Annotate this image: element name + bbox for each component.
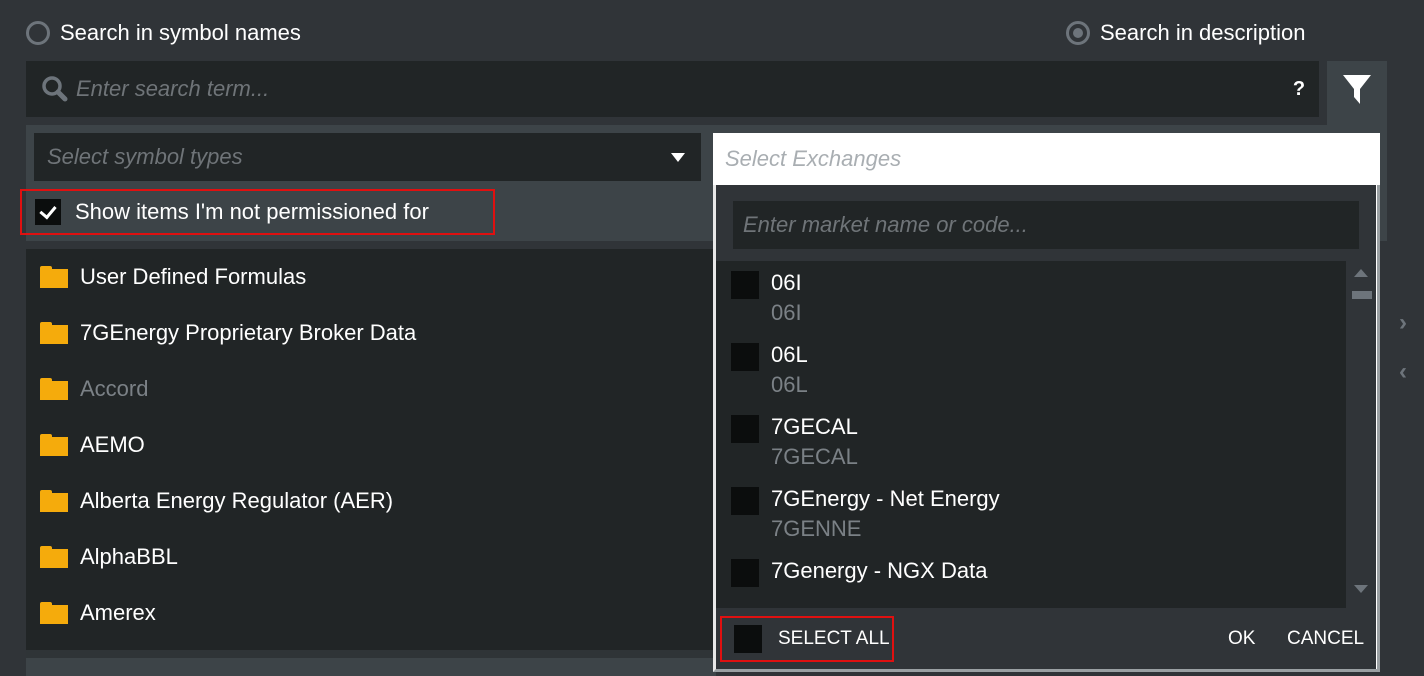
filter-toggle-button[interactable] (1327, 61, 1387, 125)
folder-item[interactable]: Amerex (26, 585, 716, 641)
exchange-name: 06L (771, 342, 808, 367)
folder-icon (40, 546, 68, 568)
exchange-checkbox[interactable] (731, 343, 759, 371)
search-input[interactable] (76, 76, 1279, 102)
exchange-checkbox[interactable] (731, 487, 759, 515)
exchange-name: 7GEnergy - Net Energy (771, 486, 1000, 511)
divider (26, 650, 716, 658)
exchange-item[interactable]: 7GECAL 7GECAL (716, 405, 1346, 477)
chevron-left-icon[interactable]: ‹ (1399, 358, 1407, 386)
folder-icon (40, 602, 68, 624)
select-all-label: SELECT ALL (778, 628, 890, 649)
chevron-down-icon (671, 152, 685, 162)
folder-item[interactable]: Alberta Energy Regulator (AER) (26, 473, 716, 529)
folder-icon (40, 490, 68, 512)
folder-item[interactable]: AlphaBBL (26, 529, 716, 585)
exchange-code: 7GENNE (771, 516, 862, 541)
exchange-name: 7GECAL (771, 414, 858, 439)
results-panel-footer (26, 658, 716, 676)
search-icon (40, 74, 70, 104)
exchange-code: 7GECAL (771, 444, 858, 469)
exchanges-dropdown: Select Exchanges 06I 06I 06L 06L (713, 133, 1380, 672)
market-search-input[interactable] (733, 201, 1359, 249)
exchanges-placeholder: Select Exchanges (725, 146, 902, 171)
exchange-item[interactable]: 7GEnergy - Net Energy 7GENNE (716, 477, 1346, 549)
folder-icon (40, 434, 68, 456)
exchange-item[interactable]: 06L 06L (716, 333, 1346, 405)
exchanges-footer: SELECT ALL OK CANCEL (716, 608, 1376, 669)
cancel-button[interactable]: CANCEL (1287, 628, 1364, 650)
show-unpermissioned-toggle[interactable]: Show items I'm not permissioned for (20, 189, 495, 235)
scroll-thumb[interactable] (1352, 291, 1372, 299)
help-button[interactable]: ? (1279, 78, 1319, 101)
scroll-down-icon[interactable] (1354, 585, 1368, 593)
exchange-checkbox[interactable] (731, 271, 759, 299)
ok-button[interactable]: OK (1228, 628, 1255, 650)
folder-label: Amerex (80, 600, 156, 625)
folder-item[interactable]: 7GEnergy Proprietary Broker Data (26, 305, 716, 361)
exchange-checkbox[interactable] (731, 415, 759, 443)
folder-label: 7GEnergy Proprietary Broker Data (80, 320, 417, 345)
exchange-code: 06L (771, 372, 808, 397)
radio-label: Search in symbol names (60, 20, 301, 45)
exchanges-popup: 06I 06I 06L 06L 7GECAL 7GECAL (716, 185, 1376, 669)
folder-item[interactable]: Accord (26, 361, 716, 417)
exchange-item[interactable]: 7Genergy - NGX Data (716, 549, 1346, 608)
exchange-list-scrollbar[interactable] (1346, 261, 1376, 608)
radio-button[interactable] (1066, 21, 1090, 45)
folder-label: Accord (80, 376, 149, 401)
search-bar: ? (26, 61, 1319, 117)
folder-item[interactable]: User Defined Formulas (26, 249, 716, 305)
select-all-checkbox[interactable] (734, 625, 762, 653)
folder-item[interactable]: AEMO (26, 417, 716, 473)
folder-label: AlphaBBL (80, 544, 178, 569)
radio-button[interactable] (26, 21, 50, 45)
symbol-types-select[interactable]: Select symbol types (34, 133, 701, 181)
exchange-name: 7Genergy - NGX Data (771, 558, 988, 583)
exchange-item[interactable]: 06I 06I (716, 261, 1346, 333)
filter-icon (1343, 75, 1371, 104)
show-unpermissioned-label: Show items I'm not permissioned for (75, 199, 429, 224)
exchanges-select[interactable]: Select Exchanges (713, 133, 1380, 185)
folder-label: Alberta Energy Regulator (AER) (80, 488, 394, 513)
select-all-toggle[interactable]: SELECT ALL (720, 616, 894, 662)
radio-search-description[interactable]: Search in description (1066, 19, 1305, 47)
scroll-up-icon[interactable] (1354, 269, 1368, 277)
show-unpermissioned-checkbox[interactable] (35, 199, 61, 225)
folder-icon (40, 266, 68, 288)
radio-label: Search in description (1100, 20, 1306, 45)
folder-icon (40, 322, 68, 344)
folder-label: User Defined Formulas (80, 264, 307, 289)
radio-search-symbol-names[interactable]: Search in symbol names (26, 19, 301, 47)
symbol-types-placeholder: Select symbol types (47, 144, 243, 169)
folder-list: User Defined Formulas 7GEnergy Proprieta… (26, 249, 716, 650)
folder-icon (40, 378, 68, 400)
folder-label: AEMO (80, 432, 145, 457)
exchange-name: 06I (771, 270, 802, 295)
exchange-checkbox[interactable] (731, 559, 759, 587)
chevron-right-icon[interactable]: › (1399, 309, 1407, 337)
exchange-list: 06I 06I 06L 06L 7GECAL 7GECAL 7GEnergy -… (716, 261, 1346, 608)
exchange-code: 06I (771, 300, 802, 325)
